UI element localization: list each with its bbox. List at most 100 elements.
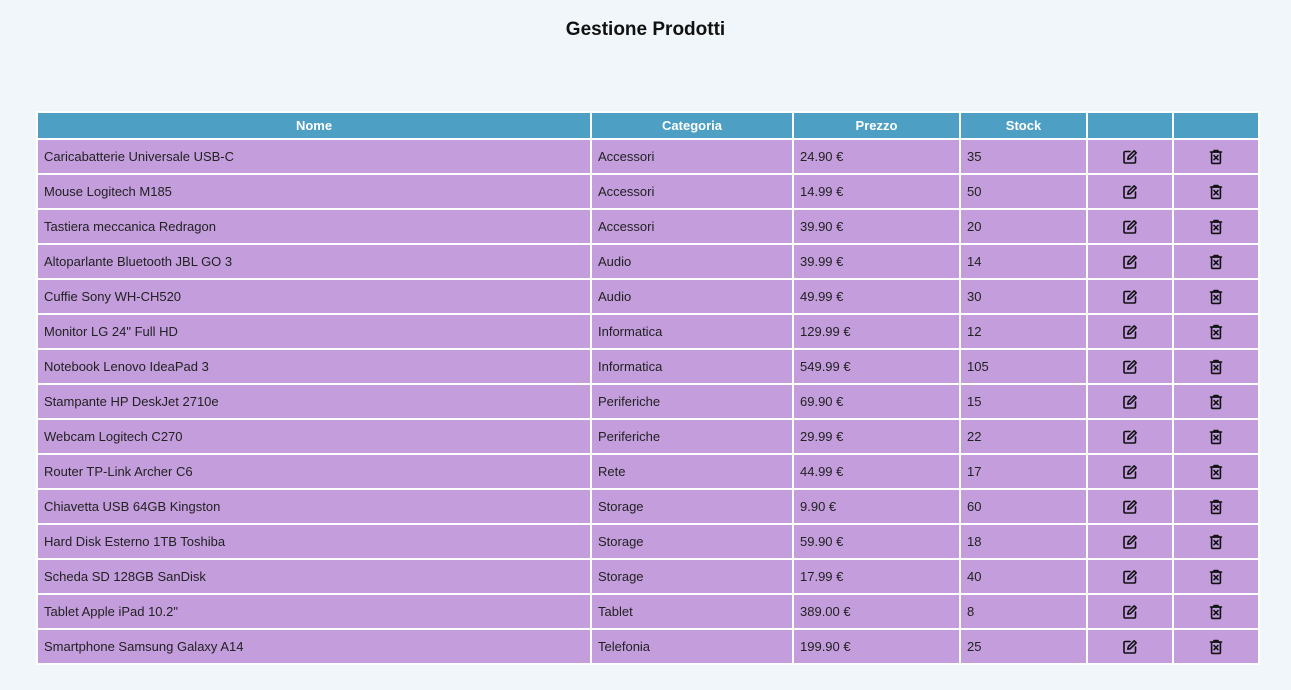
table-row: Caricabatterie Universale USB-C Accessori…	[36, 138, 1260, 175]
delete-button[interactable]	[1172, 593, 1260, 630]
cell-category: Storage	[590, 523, 794, 560]
delete-button[interactable]	[1172, 278, 1260, 315]
cell-stock: 15	[959, 383, 1088, 420]
delete-icon	[1209, 218, 1223, 234]
delete-icon	[1209, 323, 1223, 339]
cell-category: Periferiche	[590, 383, 794, 420]
edit-button[interactable]	[1086, 313, 1174, 350]
delete-button[interactable]	[1172, 208, 1260, 245]
edit-icon	[1122, 323, 1138, 339]
edit-icon	[1122, 393, 1138, 409]
table-body: Caricabatterie Universale USB-C Accessori…	[36, 138, 1260, 665]
edit-button[interactable]	[1086, 558, 1174, 595]
table-row: Webcam Logitech C270 Periferiche 29.99 €22	[36, 418, 1260, 455]
delete-button[interactable]	[1172, 628, 1260, 665]
edit-button[interactable]	[1086, 208, 1174, 245]
table-row: Scheda SD 128GB SanDisk Storage 17.99 €40	[36, 558, 1260, 595]
cell-name: Hard Disk Esterno 1TB Toshiba	[36, 523, 592, 560]
cell-price: 39.90 €	[792, 208, 961, 245]
cell-name: Scheda SD 128GB SanDisk	[36, 558, 592, 595]
delete-button[interactable]	[1172, 173, 1260, 210]
edit-button[interactable]	[1086, 593, 1174, 630]
cell-price: 44.99 €	[792, 453, 961, 490]
cell-name: Altoparlante Bluetooth JBL GO 3	[36, 243, 592, 280]
cell-stock: 60	[959, 488, 1088, 525]
edit-icon	[1122, 183, 1138, 199]
cell-category: Accessori	[590, 173, 794, 210]
cell-price: 17.99 €	[792, 558, 961, 595]
edit-icon	[1122, 638, 1138, 654]
edit-button[interactable]	[1086, 278, 1174, 315]
edit-button[interactable]	[1086, 173, 1174, 210]
cell-price: 69.90 €	[792, 383, 961, 420]
delete-button[interactable]	[1172, 138, 1260, 175]
delete-icon	[1209, 393, 1223, 409]
cell-stock: 17	[959, 453, 1088, 490]
cell-name: Notebook Lenovo IdeaPad 3	[36, 348, 592, 385]
cell-stock: 12	[959, 313, 1088, 350]
delete-button[interactable]	[1172, 488, 1260, 525]
cell-stock: 8	[959, 593, 1088, 630]
edit-icon	[1122, 358, 1138, 374]
cell-price: 49.99 €	[792, 278, 961, 315]
edit-icon	[1122, 428, 1138, 444]
table-row: Cuffie Sony WH-CH520 Audio 49.99 €30	[36, 278, 1260, 315]
cell-name: Stampante HP DeskJet 2710e	[36, 383, 592, 420]
delete-icon	[1209, 358, 1223, 374]
delete-button[interactable]	[1172, 453, 1260, 490]
delete-icon	[1209, 463, 1223, 479]
delete-icon	[1209, 428, 1223, 444]
cell-name: Smartphone Samsung Galaxy A14	[36, 628, 592, 665]
table-row: Notebook Lenovo IdeaPad 3 Informatica 549.…	[36, 348, 1260, 385]
delete-icon	[1209, 603, 1223, 619]
delete-button[interactable]	[1172, 348, 1260, 385]
cell-name: Tablet Apple iPad 10.2"	[36, 593, 592, 630]
cell-name: Webcam Logitech C270	[36, 418, 592, 455]
edit-button[interactable]	[1086, 418, 1174, 455]
cell-stock: 40	[959, 558, 1088, 595]
delete-button[interactable]	[1172, 523, 1260, 560]
cell-category: Storage	[590, 488, 794, 525]
table-row: Altoparlante Bluetooth JBL GO 3 Audio 39.9…	[36, 243, 1260, 280]
edit-button[interactable]	[1086, 383, 1174, 420]
table-row: Monitor LG 24" Full HD Informatica 129.99 …	[36, 313, 1260, 350]
delete-icon	[1209, 568, 1223, 584]
edit-button[interactable]	[1086, 488, 1174, 525]
delete-button[interactable]	[1172, 383, 1260, 420]
delete-icon	[1209, 253, 1223, 269]
edit-icon	[1122, 603, 1138, 619]
delete-icon	[1209, 533, 1223, 549]
cell-category: Storage	[590, 558, 794, 595]
cell-stock: 105	[959, 348, 1088, 385]
edit-button[interactable]	[1086, 523, 1174, 560]
column-header-delete	[1172, 111, 1260, 140]
cell-name: Router TP-Link Archer C6	[36, 453, 592, 490]
edit-button[interactable]	[1086, 138, 1174, 175]
edit-button[interactable]	[1086, 628, 1174, 665]
cell-price: 39.99 €	[792, 243, 961, 280]
cell-price: 549.99 €	[792, 348, 961, 385]
edit-icon	[1122, 253, 1138, 269]
delete-button[interactable]	[1172, 243, 1260, 280]
delete-button[interactable]	[1172, 418, 1260, 455]
delete-icon	[1209, 498, 1223, 514]
edit-button[interactable]	[1086, 348, 1174, 385]
edit-icon	[1122, 463, 1138, 479]
delete-button[interactable]	[1172, 558, 1260, 595]
cell-stock: 14	[959, 243, 1088, 280]
cell-category: Accessori	[590, 138, 794, 175]
delete-button[interactable]	[1172, 313, 1260, 350]
table-row: Tablet Apple iPad 10.2" Tablet 389.00 €8	[36, 593, 1260, 630]
cell-price: 29.99 €	[792, 418, 961, 455]
cell-stock: 22	[959, 418, 1088, 455]
edit-icon	[1122, 148, 1138, 164]
edit-icon	[1122, 218, 1138, 234]
cell-category: Informatica	[590, 348, 794, 385]
cell-price: 59.90 €	[792, 523, 961, 560]
edit-button[interactable]	[1086, 453, 1174, 490]
cell-name: Chiavetta USB 64GB Kingston	[36, 488, 592, 525]
cell-name: Cuffie Sony WH-CH520	[36, 278, 592, 315]
cell-category: Telefonia	[590, 628, 794, 665]
column-header-stock: Stock	[959, 111, 1088, 140]
edit-button[interactable]	[1086, 243, 1174, 280]
